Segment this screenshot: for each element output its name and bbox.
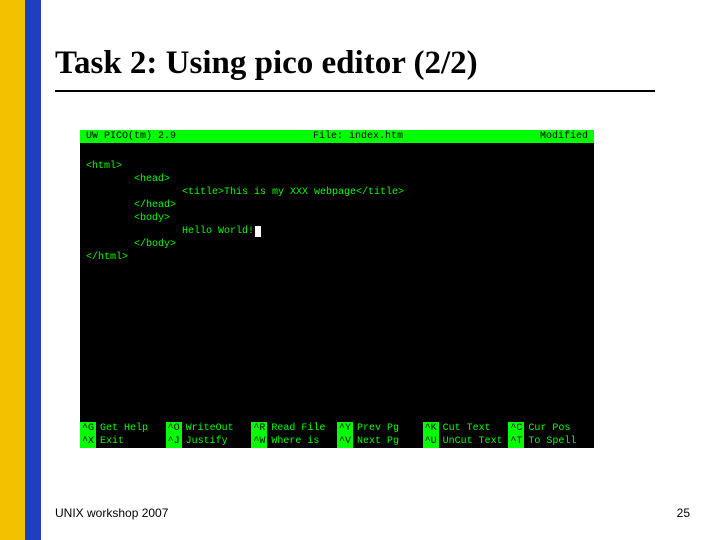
editor-line: </head>	[86, 200, 176, 211]
shortcut-next-pg[interactable]: ^V Next Pg	[337, 435, 423, 448]
shortcut-label: Get Help	[100, 422, 148, 435]
text-cursor	[255, 226, 261, 237]
shortcut-exit[interactable]: ^X Exit	[80, 435, 166, 448]
shortcut-get-help[interactable]: ^G Get Help	[80, 422, 166, 435]
shortcut-key: ^G	[80, 422, 96, 435]
shortcut-key: ^T	[508, 435, 524, 448]
shortcut-key: ^J	[166, 435, 182, 448]
shortcut-label: Prev Pg	[357, 422, 399, 435]
title-underline	[55, 90, 655, 92]
shortcut-label: Cut Text	[443, 422, 491, 435]
shortcut-cut-text[interactable]: ^K Cut Text	[423, 422, 509, 435]
shortcut-where-is[interactable]: ^W Where is	[251, 435, 337, 448]
pico-terminal: UW PICO(tm) 2.9 File: index.htm Modified…	[80, 130, 594, 448]
shortcut-label: Next Pg	[357, 435, 399, 448]
editor-line: <html>	[86, 161, 122, 172]
shortcut-label: Read File	[271, 422, 325, 435]
shortcut-key: ^V	[337, 435, 353, 448]
shortcut-key: ^R	[251, 422, 267, 435]
shortcut-label: Exit	[100, 435, 124, 448]
pico-header-bar: UW PICO(tm) 2.9 File: index.htm Modified	[80, 130, 594, 143]
shortcut-justify[interactable]: ^J Justify	[166, 435, 252, 448]
shortcut-key: ^C	[508, 422, 524, 435]
editor-line: <title>This is my XXX webpage</title>	[86, 187, 404, 198]
shortcut-label: UnCut Text	[443, 435, 503, 448]
slide: Task 2: Using pico editor (2/2) UW PICO(…	[0, 0, 720, 540]
pico-shortcut-bar: ^G Get Help ^O WriteOut ^R Read File ^Y Prev…	[80, 422, 594, 448]
shortcut-label: Cur Pos	[528, 422, 570, 435]
shortcut-key: ^U	[423, 435, 439, 448]
accent-stripe-blue	[25, 0, 41, 540]
pico-modified-flag: Modified	[540, 130, 594, 143]
shortcut-to-spell[interactable]: ^T To Spell	[508, 435, 594, 448]
pico-file-label: File: index.htm	[176, 130, 540, 143]
shortcut-key: ^X	[80, 435, 96, 448]
editor-line: <body>	[86, 213, 170, 224]
shortcut-key: ^Y	[337, 422, 353, 435]
editor-line: </html>	[86, 252, 128, 263]
shortcut-label: Justify	[186, 435, 228, 448]
page-number: 25	[677, 506, 690, 520]
shortcut-prev-pg[interactable]: ^Y Prev Pg	[337, 422, 423, 435]
footer-text: UNIX workshop 2007	[55, 506, 168, 520]
accent-stripe-yellow	[0, 0, 25, 540]
editor-line: Hello World!	[86, 226, 254, 237]
shortcut-label: To Spell	[528, 435, 576, 448]
shortcut-label: WriteOut	[186, 422, 234, 435]
pico-editor-body[interactable]: <html> <head> <title>This is my XXX webp…	[80, 143, 594, 418]
shortcut-read-file[interactable]: ^R Read File	[251, 422, 337, 435]
shortcut-key: ^O	[166, 422, 182, 435]
editor-line: <head>	[86, 174, 170, 185]
shortcut-key: ^K	[423, 422, 439, 435]
pico-version: UW PICO(tm) 2.9	[80, 130, 176, 143]
slide-title: Task 2: Using pico editor (2/2)	[55, 45, 478, 82]
shortcut-writeout[interactable]: ^O WriteOut	[166, 422, 252, 435]
shortcut-label: Where is	[271, 435, 319, 448]
shortcut-key: ^W	[251, 435, 267, 448]
shortcut-cur-pos[interactable]: ^C Cur Pos	[508, 422, 594, 435]
shortcut-uncut-text[interactable]: ^U UnCut Text	[423, 435, 509, 448]
editor-line: </body>	[86, 239, 176, 250]
